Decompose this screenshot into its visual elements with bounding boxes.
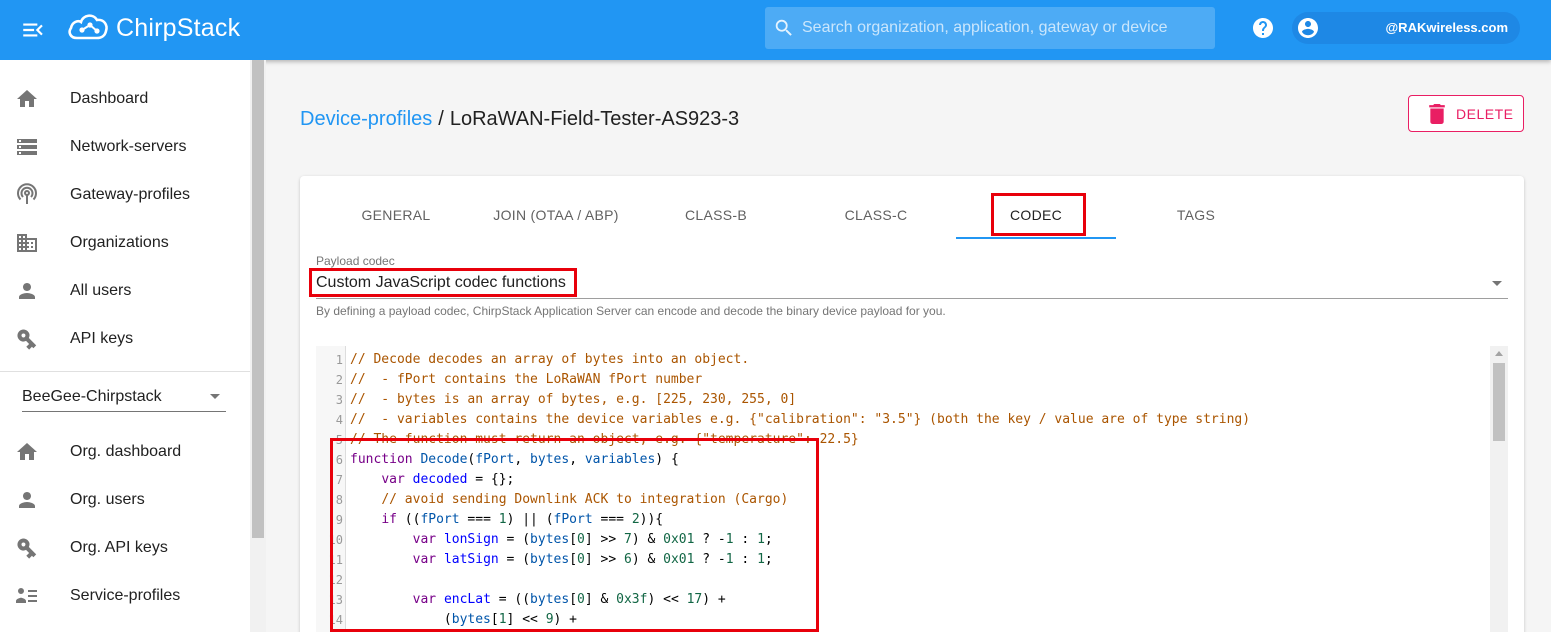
chevron-down-icon <box>1492 281 1502 286</box>
sidebar-item-label: All users <box>70 282 132 299</box>
global-search[interactable]: Search organization, application, gatewa… <box>765 7 1215 49</box>
sidebar-item-label: Org. API keys <box>70 539 168 556</box>
payload-codec-highlight <box>309 268 577 297</box>
user-menu[interactable]: @RAKwireless.com <box>1292 12 1520 44</box>
home-icon <box>15 440 39 464</box>
codec-tab-highlight <box>991 193 1086 236</box>
sidebar-item-label: Service-profiles <box>70 587 181 604</box>
sidebar-item-org-users[interactable]: Org. users <box>0 476 250 524</box>
scroll-up-arrow-icon[interactable] <box>1495 351 1503 356</box>
code-line[interactable]: 2 // - fPort contains the LoRaWAN fPort n… <box>316 370 1486 390</box>
help-icon[interactable] <box>1251 16 1275 40</box>
line-number: 3 <box>335 393 343 407</box>
sidebar-item-label: Organizations <box>70 234 169 251</box>
user-email: @RAKwireless.com <box>1385 20 1509 35</box>
sidebar-item-organizations[interactable]: Organizations <box>0 219 250 267</box>
sidebar-item-org-dashboard[interactable]: Org. dashboard <box>0 428 250 476</box>
domain-icon <box>15 231 39 255</box>
line-number: 1 <box>335 353 343 367</box>
sidebar-item-api-keys[interactable]: API keys <box>0 315 250 363</box>
person-icon <box>15 279 39 303</box>
home-icon <box>15 87 39 111</box>
antenna-icon <box>15 183 39 207</box>
active-tab-indicator <box>956 237 1116 239</box>
list-icon <box>15 584 39 608</box>
organization-selector-value: BeeGee-Chirpstack <box>22 388 162 405</box>
tab-tags[interactable]: TAGS <box>1116 190 1276 238</box>
sidebar-item-label: Org. dashboard <box>70 443 182 460</box>
chevron-down-icon <box>210 394 220 399</box>
payload-codec-label: Payload codec <box>316 254 395 268</box>
sidebar-item-service-profiles[interactable]: Service-profiles <box>0 572 250 620</box>
code-text: // Decode decodes an array of bytes into… <box>350 352 750 367</box>
tab-join[interactable]: JOIN (OTAA / ABP) <box>476 190 636 238</box>
key-icon <box>15 327 39 351</box>
sidebar-item-label: Gateway-profiles <box>70 186 191 203</box>
sidebar-item-dashboard[interactable]: Dashboard <box>0 75 250 123</box>
sidebar-divider <box>0 371 250 372</box>
account-circle-icon <box>1296 16 1320 40</box>
sidebar-item-label: API keys <box>70 330 134 347</box>
sidebar-item-label: Dashboard <box>70 90 149 107</box>
search-icon <box>773 17 795 39</box>
sidebar-item-all-users[interactable]: All users <box>0 267 250 315</box>
page-title: LoRaWAN-Field-Tester-AS923-3 <box>449 108 740 130</box>
chirpstack-logo-icon[interactable] <box>66 8 110 44</box>
server-icon <box>15 135 39 159</box>
breadcrumb-device-profiles-link[interactable]: Device-profiles <box>300 108 432 130</box>
line-number: 4 <box>335 413 343 427</box>
sidebar-item-gateway-profiles[interactable]: Gateway-profiles <box>0 171 250 219</box>
person-icon <box>15 488 39 512</box>
payload-codec-help-text: By defining a payload codec, ChirpStack … <box>316 304 946 318</box>
organization-selector[interactable]: BeeGee-Chirpstack <box>22 382 226 412</box>
tab-class-b[interactable]: CLASS-B <box>636 190 796 238</box>
trash-icon <box>1428 104 1446 124</box>
breadcrumb-separator: / <box>438 108 444 130</box>
menu-collapse-icon[interactable] <box>20 17 46 43</box>
key-icon <box>15 536 39 560</box>
editor-scrollbar-thumb[interactable] <box>1493 363 1505 441</box>
sidebar-scrollbar-thumb[interactable] <box>252 60 264 538</box>
top-app-bar: ChirpStack Search organization, applicat… <box>0 0 1551 60</box>
line-number: 2 <box>335 373 343 387</box>
sidebar-item-label: Org. users <box>70 491 145 508</box>
tab-class-c[interactable]: CLASS-C <box>796 190 956 238</box>
breadcrumb: Device-profiles / LoRaWAN-Field-Tester-AS9… <box>300 108 739 131</box>
brand-name[interactable]: ChirpStack <box>116 14 240 43</box>
decode-function-highlight <box>330 438 819 632</box>
sidebar-item-label: Network-servers <box>70 138 187 155</box>
code-text: // - fPort contains the LoRaWAN fPort nu… <box>350 372 703 387</box>
code-text: // - variables contains the device varia… <box>350 412 1251 427</box>
sidebar-item-network-servers[interactable]: Network-servers <box>0 123 250 171</box>
code-line[interactable]: 3 // - bytes is an array of bytes, e.g. [… <box>316 390 1486 410</box>
tab-general[interactable]: GENERAL <box>316 190 476 238</box>
delete-button[interactable]: DELETE <box>1408 95 1524 132</box>
delete-button-label: DELETE <box>1456 106 1514 122</box>
code-line[interactable]: 4 // - variables contains the device vari… <box>316 410 1486 430</box>
code-text: // - bytes is an array of bytes, e.g. [2… <box>350 392 797 407</box>
sidebar-item-org-api-keys[interactable]: Org. API keys <box>0 524 250 572</box>
search-input[interactable]: Search organization, application, gatewa… <box>802 19 1168 37</box>
code-line[interactable]: 1 // Decode decodes an array of bytes int… <box>316 350 1486 370</box>
